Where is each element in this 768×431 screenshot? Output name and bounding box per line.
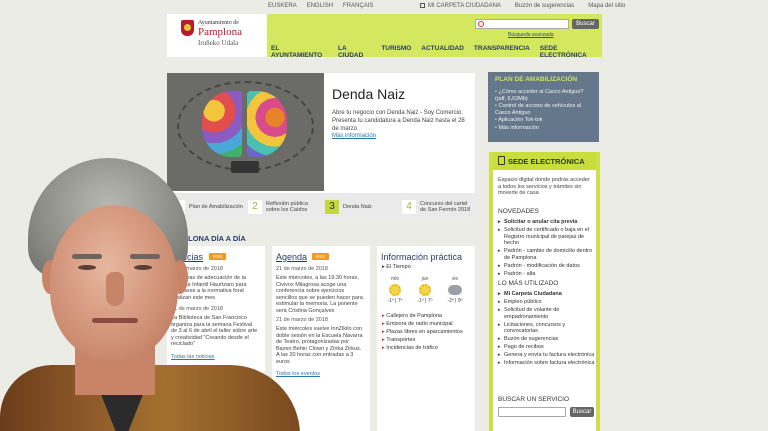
novedades-item[interactable]: Padrón - modificación de datos: [498, 263, 596, 270]
person-portrait: [0, 150, 300, 431]
info-practica-title: Información práctica: [381, 252, 463, 262]
sede-electronica-panel: SEDE ELECTRÓNICA Espacio digital donde p…: [489, 152, 600, 431]
hero-more-link[interactable]: Más información: [332, 133, 376, 139]
weather-day: mié -1º | 7º: [383, 276, 407, 304]
mas-utilizado-item[interactable]: Empleo público: [498, 299, 596, 306]
novedades-item[interactable]: Solicitar o anular cita previa: [498, 219, 596, 226]
eye-left: [78, 265, 96, 270]
mas-utilizado-item[interactable]: Información sobre factura electrónica: [498, 360, 596, 367]
weather-forecast: mié -1º | 7º jue -1º | 7º vie -2º | 9º: [383, 276, 467, 304]
sitemap-link[interactable]: Mapa del sitio: [588, 3, 625, 9]
info-item[interactable]: Plazas libres en aparcamientos: [382, 328, 462, 336]
amabilizacion-item[interactable]: Más información: [495, 125, 595, 132]
weather-label: El Tiempo: [386, 264, 411, 270]
mas-utilizado-item[interactable]: Licitaciones, concursos y convocatorias: [498, 322, 596, 335]
service-search-button[interactable]: Buscar: [570, 407, 594, 417]
info-practica-column: Información práctica ▸ El Tiempo mié -1º …: [377, 246, 475, 431]
nav-ayuntamiento[interactable]: EL AYUNTAMIENTO: [271, 45, 328, 59]
rss-icon[interactable]: RSS: [312, 253, 329, 260]
sede-description: Espacio digital donde podrás acceder a t…: [498, 177, 590, 196]
tab-label: Concurso del cartel de San Fermín 2018: [420, 200, 471, 213]
mas-utilizado-title: LO MÁS UTILIZADO: [498, 280, 559, 287]
main-nav: EL AYUNTAMIENTO LA CIUDAD TURISMO ACTUAL…: [271, 45, 602, 59]
weather-day: vie -2º | 9º: [443, 276, 467, 304]
novedades-list: Solicitar o anular cita previa Solicitud…: [498, 219, 596, 279]
nose: [106, 272, 124, 306]
sun-icon: [389, 284, 401, 296]
lang-euskera-link[interactable]: EUSKERA: [268, 3, 297, 9]
amabilizacion-item[interactable]: Aplicación Tok-tok: [495, 117, 595, 124]
weather-day: jue -1º | 7º: [413, 276, 437, 304]
buscar-servicio-title: BUSCAR UN SERVICIO: [498, 396, 570, 403]
nav-turismo[interactable]: TURISMO: [381, 45, 411, 59]
search-input[interactable]: [475, 19, 569, 29]
hero-tab-3[interactable]: 3 Denda Naiz: [321, 193, 398, 220]
nav-transparencia[interactable]: TRANSPARENCIA: [474, 45, 530, 59]
weather-temps: -1º | 7º: [417, 298, 433, 304]
sede-header[interactable]: SEDE ELECTRÓNICA: [493, 152, 596, 170]
cloud-icon: [448, 285, 462, 295]
info-item[interactable]: Incidencias de tráfico: [382, 344, 463, 352]
tab-number: 3: [325, 199, 339, 214]
utility-links: MI CARPETA CIUDADANA Buzón de sugerencia…: [420, 3, 625, 9]
language-links: EUSKERA ENGLISH FRANÇAIS: [268, 3, 373, 9]
hero-tab-4[interactable]: 4 Concurso del cartel de San Fermín 2018: [398, 193, 475, 220]
sede-title: SEDE ELECTRÓNICA: [508, 157, 585, 166]
service-search-input[interactable]: [498, 407, 566, 417]
phone-icon: [498, 156, 505, 165]
search-icon: [478, 21, 484, 27]
mi-carpeta-label: MI CARPETA CIUDADANA: [428, 3, 501, 10]
weather-temps: -1º | 7º: [387, 298, 403, 304]
nav-ciudad[interactable]: LA CIUDAD: [338, 45, 371, 59]
weather-day-label: jue: [421, 276, 429, 282]
hero-title: Denda Naiz: [332, 86, 406, 102]
lang-english-link[interactable]: ENGLISH: [307, 3, 333, 9]
info-list: Callejero de Pamplona Emisora de radio m…: [382, 312, 463, 352]
weather-title: ▸ El Tiempo: [382, 264, 411, 270]
top-bar: EUSKERA ENGLISH FRANÇAIS MI CARPETA CIUD…: [0, 0, 768, 14]
amabilizacion-list: ¿Cómo acceder al Casco Antiguo? (pdf, 6,…: [495, 89, 595, 132]
tab-number: 4: [402, 199, 416, 214]
weather-day-label: mié: [390, 276, 400, 282]
lock-icon: [420, 3, 425, 8]
mas-utilizado-item[interactable]: Mi Carpeta Ciudadana: [498, 291, 596, 298]
advanced-search-link[interactable]: Búsqueda avanzada: [508, 32, 554, 38]
eye-right: [134, 265, 152, 270]
nav-sede-electronica[interactable]: SEDE ELECTRÓNICA: [540, 45, 602, 59]
mas-utilizado-list: Mi Carpeta Ciudadana Empleo público Soli…: [498, 291, 596, 368]
mouth: [92, 318, 138, 323]
amabilizacion-title[interactable]: PLAN DE AMABILIZACIÓN: [495, 76, 577, 83]
weather-temps: -2º | 9º: [447, 298, 463, 304]
novedades-title: NOVEDADES: [498, 208, 539, 215]
novedades-item[interactable]: Solicitud de certificado o baja en el Re…: [498, 227, 596, 247]
logo[interactable]: Ayuntamiento de Pamplona Iruñeko Udala: [167, 14, 267, 57]
search-button[interactable]: Buscar: [572, 19, 599, 29]
novedades-item[interactable]: Padrón - cambio de domicilio dentro de P…: [498, 248, 596, 261]
sun-icon: [419, 284, 431, 296]
info-item[interactable]: Callejero de Pamplona: [382, 312, 463, 320]
brow-right: [130, 254, 160, 259]
mas-utilizado-item[interactable]: Buzón de sugerencias: [498, 336, 596, 343]
info-item[interactable]: Transportes: [382, 336, 463, 344]
logo-line2: Pamplona: [198, 26, 242, 38]
amabilizacion-item[interactable]: Control de acceso de vehículos al Casco …: [495, 103, 595, 116]
tab-label: Denda Naiz: [343, 203, 372, 210]
header: Ayuntamiento de Pamplona Iruñeko Udala B…: [167, 14, 602, 59]
coat-of-arms-icon: [181, 20, 194, 36]
mi-carpeta-link[interactable]: MI CARPETA CIUDADANA: [420, 3, 501, 9]
logo-line3: Iruñeko Udala: [198, 39, 239, 47]
lang-francais-link[interactable]: FRANÇAIS: [343, 3, 373, 9]
novedades-item[interactable]: Padrón - alta: [498, 271, 596, 278]
buzon-link[interactable]: Buzón de sugerencias: [515, 3, 574, 9]
amabilizacion-item[interactable]: ¿Cómo acceder al Casco Antiguo? (pdf, 6,…: [495, 89, 595, 102]
mas-utilizado-item[interactable]: Genera y envía tu factura electrónica: [498, 352, 596, 359]
amabilizacion-box: PLAN DE AMABILIZACIÓN ¿Cómo acceder al C…: [488, 72, 599, 142]
info-item[interactable]: Emisora de radio municipal: [382, 320, 463, 328]
weather-day-label: vie: [451, 276, 459, 282]
brow-left: [72, 254, 102, 259]
nav-actualidad[interactable]: ACTUALIDAD: [421, 45, 464, 59]
hero-text: Abre tu negocio con Denda Naiz - Soy Com…: [332, 110, 465, 132]
mas-utilizado-item[interactable]: Solicitud de volante de empadronamiento: [498, 307, 596, 320]
mas-utilizado-item[interactable]: Pago de recibos: [498, 344, 596, 351]
